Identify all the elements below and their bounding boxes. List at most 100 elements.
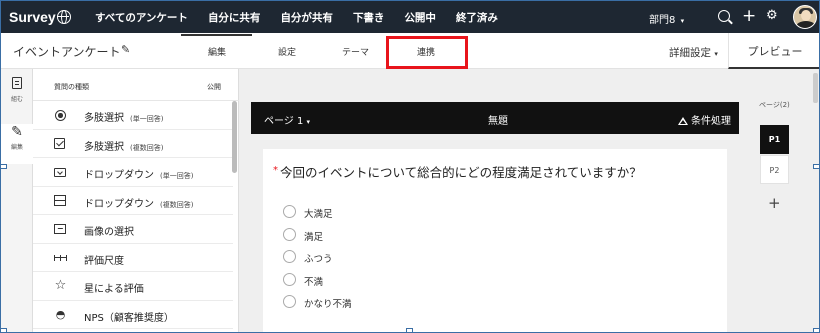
- image-choice-icon: [54, 224, 66, 234]
- nav-published[interactable]: 公開中: [404, 10, 436, 25]
- page-selector-label: ページ 1: [264, 116, 304, 127]
- pencil-icon: ✎: [11, 124, 23, 140]
- advanced-settings-dropdown[interactable]: 詳細設定 ▾: [669, 45, 718, 60]
- pencil-icon[interactable]: ✎: [121, 43, 130, 56]
- option-label: ふつう: [304, 254, 333, 265]
- rating-scale-icon: [54, 254, 67, 261]
- left-icon-rail: 組む ✎ 編集: [1, 69, 33, 332]
- chevron-down-icon: ▾: [306, 118, 311, 126]
- highlight-annotation: [386, 36, 468, 69]
- question-types-header: 質問の種類 公開: [33, 69, 239, 101]
- question-text[interactable]: * 今回のイベントについて総合的にどの程度満足されていますか？: [273, 162, 642, 181]
- question-types-title: 質問の種類: [54, 83, 89, 91]
- page-title[interactable]: 無題: [488, 112, 508, 127]
- page-button-p1[interactable]: P1: [760, 125, 789, 154]
- search-icon[interactable]: [718, 10, 730, 22]
- rail-organize[interactable]: 組む: [1, 77, 33, 103]
- radio-circle-icon[interactable]: [283, 273, 296, 286]
- required-mark: *: [273, 165, 278, 176]
- rail-edit-label: 編集: [10, 144, 23, 151]
- qtype-multiple-choice-multi[interactable]: 多肢選択 (複数回答): [33, 130, 233, 158]
- question-type-list: 多肢選択 (単一回答) 多肢選択 (複数回答) ドロップダウン (単一回答) ドロップ…: [33, 101, 233, 329]
- page-button-p2[interactable]: P2: [760, 155, 789, 184]
- avatar-face: [801, 10, 811, 21]
- page-selector[interactable]: ページ 1 ▾: [264, 112, 310, 127]
- qtype-nps[interactable]: ◓ NPS（顧客推奨度）: [33, 301, 233, 329]
- question-card[interactable]: * 今回のイベントについて総合的にどの程度満足されていますか？ 大満足 満足 ふつ…: [263, 149, 727, 332]
- department-label: 部門8: [649, 15, 676, 26]
- checkbox-icon: [54, 137, 65, 149]
- advanced-settings-label: 詳細設定: [669, 47, 711, 59]
- department-selector[interactable]: 部門8 ▾: [649, 11, 684, 26]
- condition-logic-label: 条件処理: [691, 116, 731, 127]
- option-label: 不満: [304, 277, 324, 288]
- nav-all-surveys[interactable]: すべてのアンケート: [95, 10, 188, 25]
- nps-gauge-icon: ◓: [55, 307, 66, 321]
- qtype-sublabel: (単一回答): [130, 115, 164, 123]
- qtype-star-rating[interactable]: ☆ 星による評価: [33, 272, 233, 301]
- option-label: かなり不満: [304, 299, 352, 310]
- app-window: Survey すべてのアンケート 自分に共有 自分が共有 下書き 公開中 終了済…: [0, 0, 820, 333]
- preview-button[interactable]: プレビュー: [728, 33, 819, 69]
- survey-title[interactable]: イベントアンケート: [13, 43, 121, 60]
- document-icon: [12, 77, 22, 89]
- radio-circle-icon[interactable]: [283, 295, 296, 308]
- radio-circle-icon[interactable]: [283, 250, 296, 263]
- tab-settings[interactable]: 設定: [278, 45, 296, 58]
- resize-handle[interactable]: [406, 328, 413, 333]
- resize-handle[interactable]: [0, 328, 7, 333]
- dropdown-icon: [54, 168, 66, 177]
- qtype-label: NPS（顧客推奨度）: [84, 312, 174, 324]
- page-count-label: ページ(2): [759, 101, 790, 109]
- qtype-label: 多肢選択: [84, 113, 124, 124]
- page-header-bar: ページ 1 ▾ 無題 条件処理: [251, 102, 739, 134]
- qtype-image-choice[interactable]: 画像の選択: [33, 215, 233, 244]
- question-types-panel: 質問の種類 公開 多肢選択 (単一回答) 多肢選択 (複数回答) ドロップダウン (単…: [33, 69, 239, 332]
- radio-circle-icon[interactable]: [283, 228, 296, 241]
- chevron-down-icon: ▾: [680, 17, 685, 25]
- radio-icon: [55, 110, 66, 121]
- plus-icon[interactable]: +: [742, 6, 756, 26]
- nav-shared-by-me[interactable]: 自分が共有: [280, 10, 333, 25]
- qtype-sublabel: (単一回答): [160, 172, 194, 180]
- tab-edit[interactable]: 編集: [208, 45, 226, 58]
- qtype-dropdown-single[interactable]: ドロップダウン (単一回答): [33, 158, 233, 187]
- warning-triangle-icon: [678, 117, 688, 125]
- resize-handle[interactable]: [0, 164, 7, 169]
- active-tab-indicator: [181, 34, 252, 36]
- question-text-label: 今回のイベントについて総合的にどの程度満足されていますか？: [280, 165, 642, 180]
- qtype-label: ドロップダウン: [84, 170, 154, 181]
- page-navigator: ページ(2) P1 P2 +: [753, 69, 797, 332]
- app-logo[interactable]: Survey: [9, 9, 56, 25]
- qtype-sublabel: (複数回答): [160, 200, 194, 209]
- tab-theme[interactable]: テーマ: [342, 45, 369, 58]
- dropdown-multi-icon: [54, 194, 66, 206]
- qtype-dropdown-multi[interactable]: ドロップダウン (複数回答): [33, 187, 233, 215]
- gear-icon[interactable]: ⚙: [766, 8, 778, 23]
- avatar-body: [796, 21, 816, 28]
- nav-drafts[interactable]: 下書き: [353, 10, 385, 25]
- option-label: 満足: [304, 232, 324, 243]
- qtype-rating-scale[interactable]: 評価尺度: [33, 244, 233, 272]
- resize-handle[interactable]: [813, 328, 820, 333]
- qtype-label: ドロップダウン: [84, 198, 154, 210]
- top-navigation: Survey すべてのアンケート 自分に共有 自分が共有 下書き 公開中 終了済…: [1, 1, 819, 33]
- radio-circle-icon[interactable]: [283, 205, 296, 218]
- resize-handle[interactable]: [813, 164, 820, 169]
- nav-shared-with-me[interactable]: 自分に共有: [208, 10, 261, 25]
- condition-logic-button[interactable]: 条件処理: [678, 112, 731, 127]
- qtype-label: 星による評価: [84, 284, 144, 295]
- qtype-label: 多肢選択: [84, 141, 124, 153]
- nav-closed[interactable]: 終了済み: [456, 10, 498, 25]
- qtype-sublabel: (複数回答): [130, 143, 164, 152]
- rail-edit[interactable]: ✎ 編集: [1, 124, 33, 164]
- globe-icon[interactable]: [57, 10, 71, 24]
- public-toggle[interactable]: 公開: [207, 82, 221, 92]
- add-page-button[interactable]: +: [768, 194, 781, 212]
- rail-organize-label: 組む: [10, 96, 23, 103]
- qtype-label: 画像の選択: [84, 227, 134, 238]
- avatar[interactable]: [793, 5, 817, 29]
- qtype-multiple-choice-single[interactable]: 多肢選択 (単一回答): [33, 101, 233, 130]
- canvas-scrollbar[interactable]: [813, 73, 818, 103]
- panel-scrollbar[interactable]: [232, 101, 237, 173]
